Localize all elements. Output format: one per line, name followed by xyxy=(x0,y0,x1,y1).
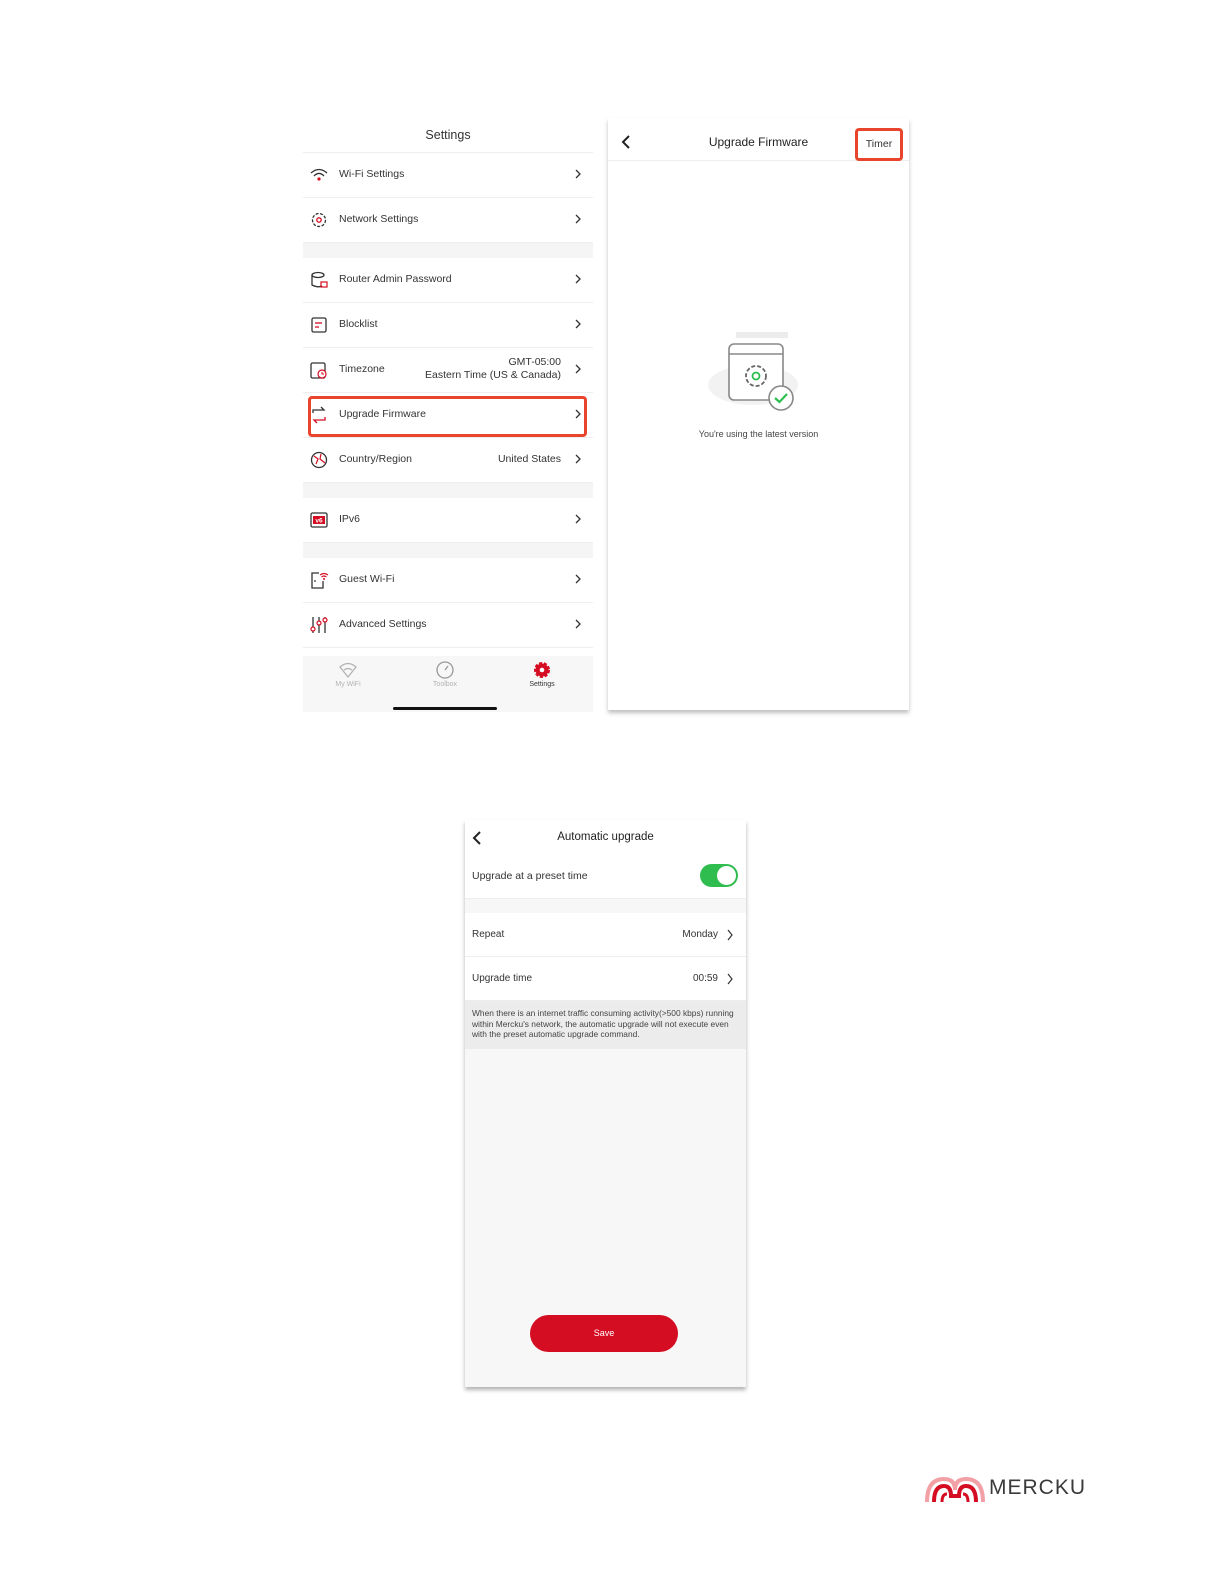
timer-button[interactable]: Timer xyxy=(855,128,903,161)
upgrade-time-row[interactable]: Upgrade time 00:59 xyxy=(465,957,746,1001)
tab-settings[interactable]: Settings xyxy=(507,660,577,688)
admin-password-label: Router Admin Password xyxy=(339,273,452,285)
sliders-icon xyxy=(310,617,328,633)
tab-settings-label: Settings xyxy=(529,681,555,688)
traffic-note: When there is an internet traffic consum… xyxy=(472,1008,734,1039)
timezone-value: GMT-05:00 Eastern Time (US & Canada) xyxy=(425,356,561,382)
tab-bar: My WiFi Toolbox Settings xyxy=(303,656,593,712)
auto-title: Automatic upgrade xyxy=(557,831,654,843)
firmware-up-to-date-illustration xyxy=(708,332,798,411)
blocklist-icon xyxy=(311,317,327,333)
auto-header: Automatic upgrade xyxy=(465,820,746,854)
gauge-icon xyxy=(436,661,454,679)
svg-text:v6: v6 xyxy=(315,518,323,525)
firmware-header: Upgrade Firmware Timer xyxy=(608,118,909,161)
mercku-logo-text: MERCKU xyxy=(989,1476,1087,1499)
toggle-knob xyxy=(717,866,736,885)
repeat-row[interactable]: Repeat Monday xyxy=(465,913,746,957)
settings-title: Settings xyxy=(425,128,471,142)
chevron-right-icon xyxy=(575,169,581,179)
chevron-right-icon xyxy=(575,214,581,224)
wifi-settings-label: Wi-Fi Settings xyxy=(339,168,405,180)
ipv6-label: IPv6 xyxy=(339,513,361,525)
settings-item-country[interactable]: Country/Region United States xyxy=(303,438,593,483)
settings-item-guest-wifi[interactable]: Guest Wi-Fi xyxy=(303,558,593,603)
timezone-offset: GMT-05:00 xyxy=(508,356,561,368)
chevron-right-icon xyxy=(727,973,733,985)
section-divider xyxy=(303,483,593,498)
chevron-right-icon xyxy=(575,274,581,284)
settings-screen: Settings Wi-Fi Settings Network Settings… xyxy=(303,118,593,712)
gear-icon xyxy=(311,212,327,228)
settings-item-network[interactable]: Network Settings xyxy=(303,198,593,243)
timezone-name: Eastern Time (US & Canada) xyxy=(425,369,561,381)
blocklist-label: Blocklist xyxy=(339,318,378,330)
automatic-upgrade-screen: Automatic upgrade Upgrade at a preset ti… xyxy=(465,820,746,1387)
chevron-right-icon xyxy=(575,514,581,524)
upgrade-firmware-screen: Upgrade Firmware Timer You're using the … xyxy=(608,118,909,710)
tab-toolbox-label: Toolbox xyxy=(432,681,458,688)
chevron-right-icon xyxy=(575,619,581,629)
section-divider xyxy=(303,543,593,558)
router-lock-icon xyxy=(311,271,328,288)
upgrade-firmware-highlight xyxy=(308,396,587,437)
preset-time-row: Upgrade at a preset time xyxy=(465,854,746,899)
upgrade-time-value: 00:59 xyxy=(692,973,718,984)
globe-icon xyxy=(310,451,328,469)
preset-time-toggle[interactable] xyxy=(700,864,738,887)
wifi-icon xyxy=(339,662,357,679)
tab-my-wifi[interactable]: My WiFi xyxy=(313,660,383,688)
settings-item-wifi[interactable]: Wi-Fi Settings xyxy=(303,153,593,198)
timezone-label: Timezone xyxy=(339,363,385,375)
repeat-label: Repeat xyxy=(472,929,505,940)
settings-item-timezone[interactable]: Timezone GMT-05:00 Eastern Time (US & Ca… xyxy=(303,348,593,393)
save-button[interactable]: Save xyxy=(530,1315,678,1352)
mercku-logo-mark xyxy=(925,1476,985,1503)
ipv6-icon: v6 xyxy=(310,512,328,528)
settings-item-advanced[interactable]: Advanced Settings xyxy=(303,603,593,648)
chevron-right-icon xyxy=(727,929,733,941)
latest-version-text: You're using the latest version xyxy=(698,429,819,439)
country-value: United States xyxy=(497,453,561,465)
country-label: Country/Region xyxy=(339,453,412,465)
tab-my-wifi-label: My WiFi xyxy=(335,681,361,688)
chevron-right-icon xyxy=(575,574,581,584)
chevron-right-icon xyxy=(575,319,581,329)
settings-item-blocklist[interactable]: Blocklist xyxy=(303,303,593,348)
settings-item-ipv6[interactable]: v6 IPv6 xyxy=(303,498,593,543)
home-indicator xyxy=(393,707,497,710)
timezone-icon xyxy=(310,362,327,379)
chevron-right-icon xyxy=(575,364,581,374)
upgrade-time-label: Upgrade time xyxy=(472,973,533,984)
guest-wifi-icon xyxy=(311,572,329,589)
chevron-right-icon xyxy=(575,454,581,464)
repeat-value: Monday xyxy=(682,929,718,940)
mercku-logo: MERCKU xyxy=(924,1474,1085,1504)
network-settings-label: Network Settings xyxy=(339,213,419,225)
guest-wifi-label: Guest Wi-Fi xyxy=(339,573,395,585)
settings-item-admin-password[interactable]: Router Admin Password xyxy=(303,258,593,303)
gear-icon xyxy=(534,662,550,678)
advanced-settings-label: Advanced Settings xyxy=(339,618,427,630)
section-divider xyxy=(303,243,593,258)
wifi-icon xyxy=(310,168,328,181)
tab-toolbox[interactable]: Toolbox xyxy=(410,660,480,688)
preset-time-label: Upgrade at a preset time xyxy=(472,870,588,882)
